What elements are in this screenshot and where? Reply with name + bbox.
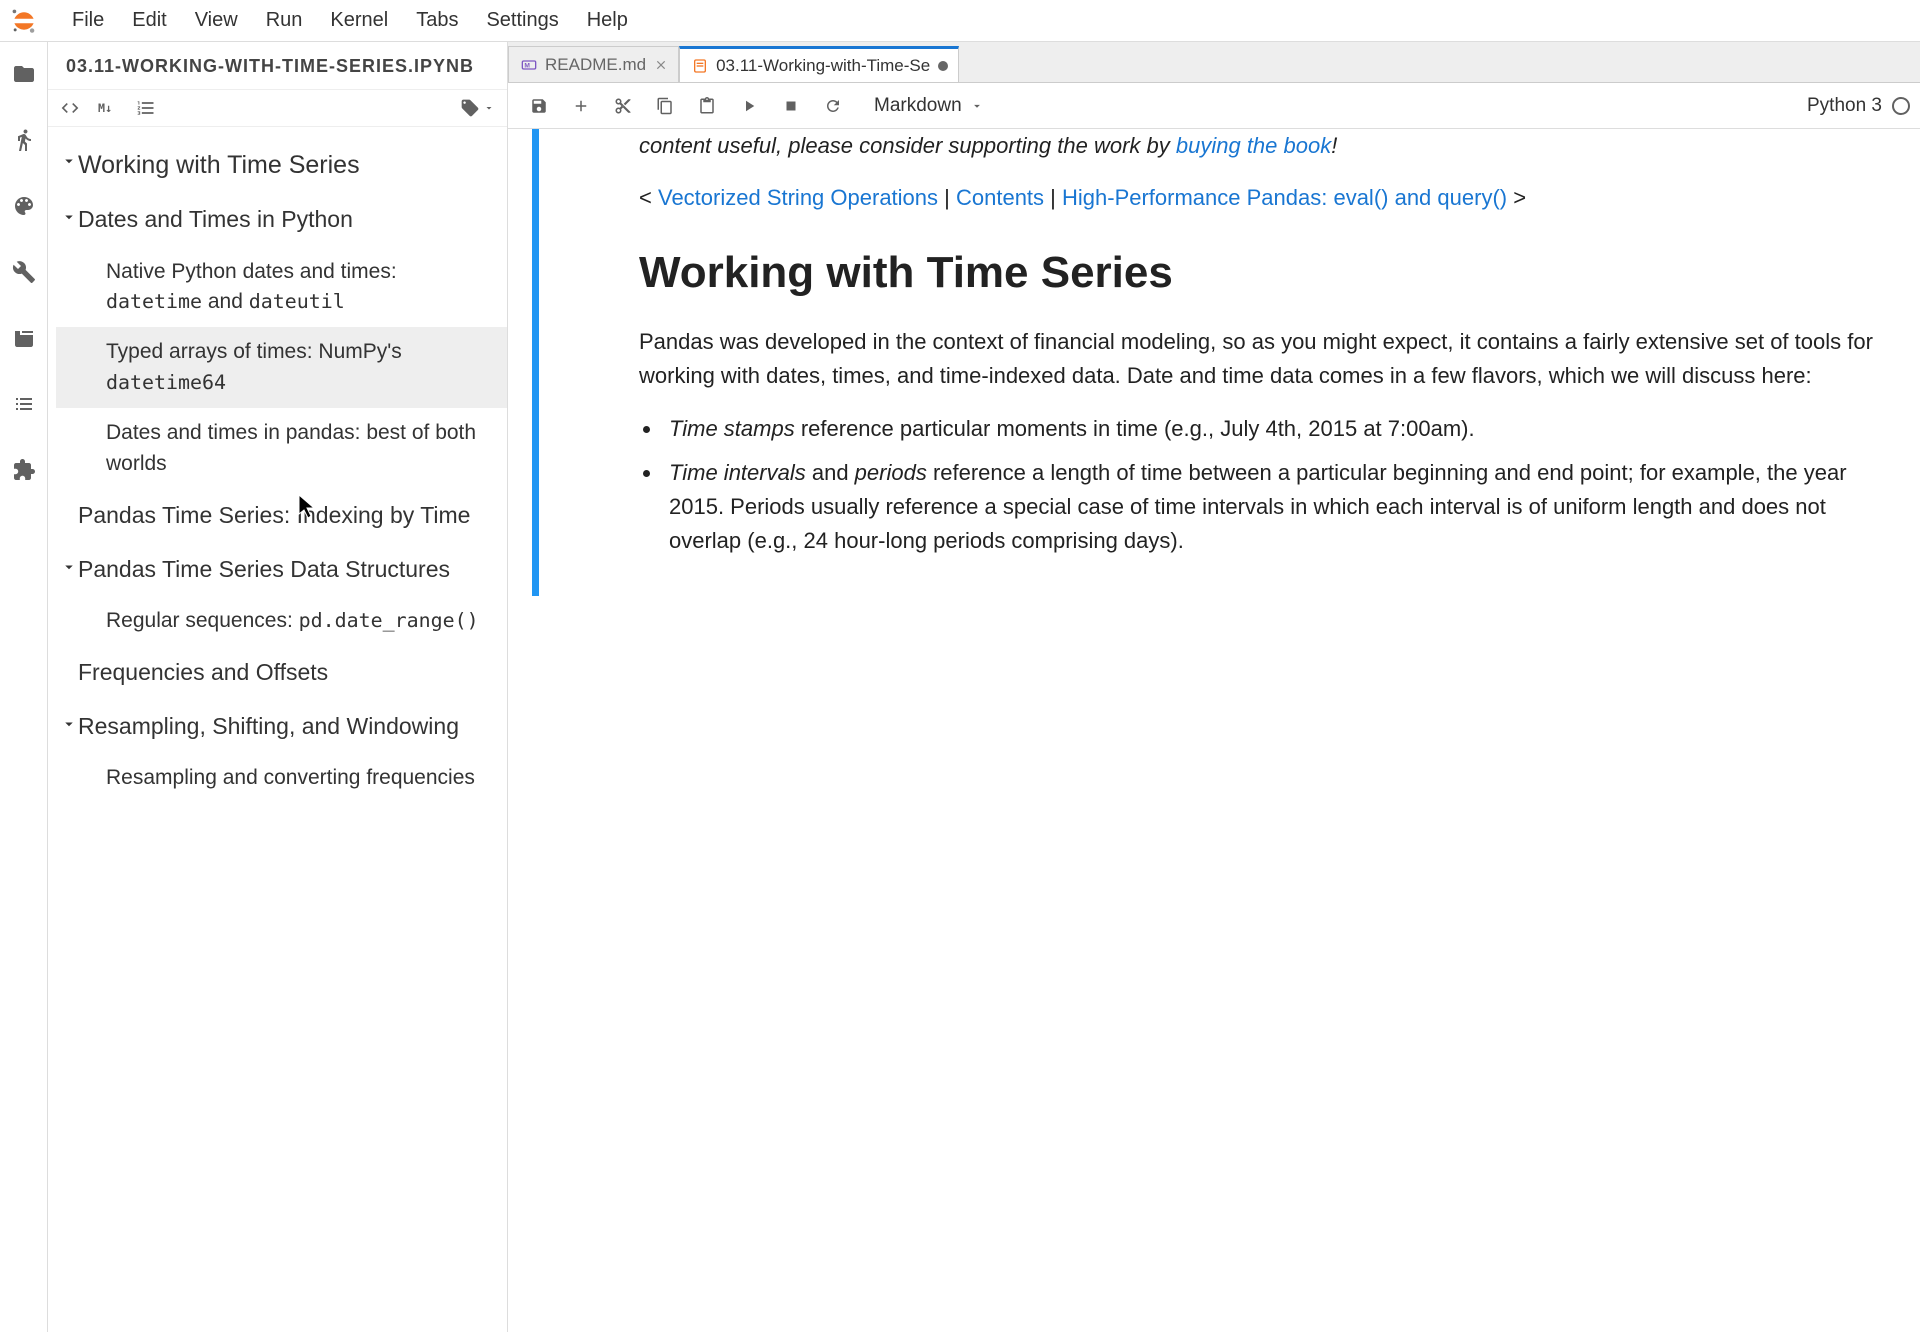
kernel-status-icon xyxy=(1892,97,1910,115)
menu-settings[interactable]: Settings xyxy=(472,3,572,38)
toc-entry-0[interactable]: Working with Time Series xyxy=(56,137,507,193)
toc-title: 03.11-WORKING-WITH-TIME-SERIES.IPYNB xyxy=(66,56,489,77)
palette-icon[interactable] xyxy=(12,194,36,218)
cut-button[interactable] xyxy=(602,87,644,125)
notebook-toolbar: Markdown Python 3 xyxy=(508,83,1920,129)
toc-entry-label: Typed arrays of times: NumPy's datetime6… xyxy=(106,337,493,398)
tabs-icon[interactable] xyxy=(12,326,36,350)
intro-paragraph: Pandas was developed in the context of f… xyxy=(639,325,1880,393)
toc-list: Working with Time Series Dates and Times … xyxy=(48,127,507,1332)
menu-file[interactable]: File xyxy=(58,3,118,38)
add-cell-button[interactable] xyxy=(560,87,602,125)
toc-entry-10[interactable]: Resampling and converting frequencies xyxy=(56,753,507,803)
running-icon[interactable] xyxy=(12,128,36,152)
run-button[interactable] xyxy=(728,87,770,125)
toc-panel: 03.11-WORKING-WITH-TIME-SERIES.IPYNB M↓ … xyxy=(48,42,508,1332)
nav-next-link[interactable]: High-Performance Pandas: eval() and quer… xyxy=(1062,185,1507,210)
menubar: FileEditViewRunKernelTabsSettingsHelp xyxy=(0,0,1920,42)
toc-entry-2[interactable]: Native Python dates and times: datetime … xyxy=(56,247,507,328)
close-icon[interactable] xyxy=(654,58,668,72)
kernel-name[interactable]: Python 3 xyxy=(1807,95,1882,117)
cell-type-label: Markdown xyxy=(874,95,962,117)
caret-down-icon xyxy=(60,208,78,226)
jupyter-logo-icon xyxy=(10,7,38,35)
markdown-cell[interactable]: content useful, please consider supporti… xyxy=(508,129,1920,596)
toc-entry-label: Working with Time Series xyxy=(78,147,360,183)
dirty-indicator-icon xyxy=(938,61,948,71)
toc-entry-label: Resampling, Shifting, and Windowing xyxy=(78,710,459,743)
interrupt-button[interactable] xyxy=(770,87,812,125)
chevron-down-icon xyxy=(970,99,984,113)
toc-entry-3[interactable]: Typed arrays of times: NumPy's datetime6… xyxy=(56,327,507,408)
caret-down-icon xyxy=(60,715,78,733)
folder-icon[interactable] xyxy=(12,62,36,86)
caret-down-icon xyxy=(60,152,78,170)
toc-entry-7[interactable]: Regular sequences: pd.date_range() xyxy=(56,596,507,646)
tab-label: 03.11-Working-with-Time-Se xyxy=(716,56,930,76)
svg-text:M: M xyxy=(524,62,530,69)
toc-toolbar: M↓ xyxy=(48,90,507,127)
nav-contents-link[interactable]: Contents xyxy=(956,185,1044,210)
menu-run[interactable]: Run xyxy=(252,3,317,38)
paste-button[interactable] xyxy=(686,87,728,125)
tab-ts[interactable]: 03.11-Working-with-Time-Se xyxy=(679,46,959,82)
notebook-heading: Working with Time Series xyxy=(639,239,1880,307)
cell-selection-bar xyxy=(532,129,539,596)
notebook[interactable]: content useful, please consider supporti… xyxy=(508,129,1920,1332)
menu-kernel[interactable]: Kernel xyxy=(316,3,402,38)
toc-entry-label: Resampling and converting frequencies xyxy=(106,763,475,793)
toc-entry-label: Native Python dates and times: datetime … xyxy=(106,257,493,318)
menu-help[interactable]: Help xyxy=(573,3,642,38)
wrench-icon[interactable] xyxy=(12,260,36,284)
toc-entry-label: Pandas Time Series: Indexing by Time xyxy=(78,499,470,532)
buy-book-link[interactable]: buying the book xyxy=(1176,133,1331,158)
tab-readme[interactable]: M README.md xyxy=(508,46,679,82)
toc-entry-5[interactable]: Pandas Time Series: Indexing by Time xyxy=(56,489,507,542)
toc-entry-label: Frequencies and Offsets xyxy=(78,656,328,689)
code-icon[interactable] xyxy=(60,98,80,118)
menu-view[interactable]: View xyxy=(181,3,252,38)
caret-down-icon[interactable] xyxy=(483,102,495,114)
menu-edit[interactable]: Edit xyxy=(118,3,180,38)
toc-entry-4[interactable]: Dates and times in pandas: best of both … xyxy=(56,408,507,489)
caret-down-icon xyxy=(60,558,78,576)
menu-tabs[interactable]: Tabs xyxy=(402,3,472,38)
svg-text:M↓: M↓ xyxy=(98,101,112,115)
copy-button[interactable] xyxy=(644,87,686,125)
toc-entry-1[interactable]: Dates and Times in Python xyxy=(56,193,507,246)
toc-entry-label: Regular sequences: pd.date_range() xyxy=(106,606,479,636)
list-icon[interactable] xyxy=(12,392,36,416)
toc-entry-label: Dates and Times in Python xyxy=(78,203,353,236)
markdown-icon[interactable]: M↓ xyxy=(98,98,118,118)
nav-prev-link[interactable]: Vectorized String Operations xyxy=(658,185,938,210)
toc-entry-label: Dates and times in pandas: best of both … xyxy=(106,418,493,479)
notebook-file-icon xyxy=(692,58,708,74)
toc-entry-label: Pandas Time Series Data Structures xyxy=(78,553,450,586)
tab-label: README.md xyxy=(545,55,646,75)
restart-button[interactable] xyxy=(812,87,854,125)
work-area: M README.md 03.11-Working-with-Time-Se Mar… xyxy=(508,42,1920,1332)
tag-icon[interactable] xyxy=(460,98,480,118)
numbered-list-icon[interactable] xyxy=(136,98,156,118)
save-button[interactable] xyxy=(518,87,560,125)
toc-entry-9[interactable]: Resampling, Shifting, and Windowing xyxy=(56,700,507,753)
tabbar: M README.md 03.11-Working-with-Time-Se xyxy=(508,42,1920,83)
activity-bar xyxy=(0,42,48,1332)
toc-entry-6[interactable]: Pandas Time Series Data Structures xyxy=(56,543,507,596)
toc-entry-8[interactable]: Frequencies and Offsets xyxy=(56,646,507,699)
extension-icon[interactable] xyxy=(12,458,36,482)
bullet-list: Time stamps reference particular moments… xyxy=(663,412,1880,558)
cell-type-select[interactable]: Markdown xyxy=(866,91,992,121)
markdown-file-icon: M xyxy=(521,57,537,73)
